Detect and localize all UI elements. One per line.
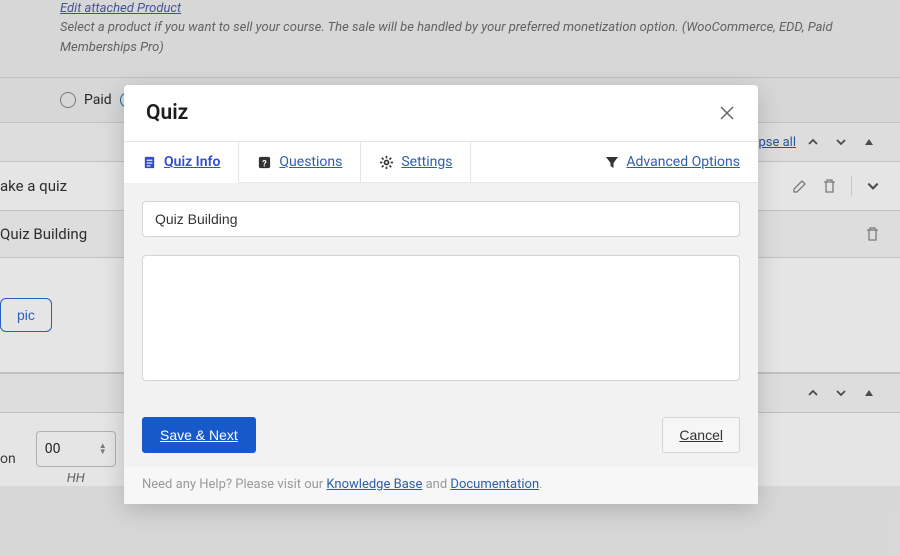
save-and-next-button[interactable]: Save & Next: [142, 417, 256, 453]
triangle-up-icon[interactable]: [858, 131, 880, 153]
knowledge-base-link[interactable]: Knowledge Base: [326, 477, 422, 492]
quiz-modal: Quiz Quiz Info ? Questions Settings: [124, 85, 758, 504]
question-icon: ?: [257, 155, 272, 170]
documentation-link[interactable]: Documentation: [450, 477, 539, 492]
svg-text:?: ?: [263, 158, 268, 169]
chevron-up-icon[interactable]: [802, 131, 824, 153]
filter-icon: [605, 155, 619, 169]
footer-mid: and: [422, 477, 450, 492]
gear-icon: [379, 155, 394, 170]
modal-footer: Need any Help? Please visit our Knowledg…: [124, 467, 758, 504]
chevron-down-icon[interactable]: [830, 131, 852, 153]
hours-input[interactable]: 00 ▲▼: [36, 431, 116, 467]
trash-icon[interactable]: [865, 226, 880, 242]
tab-label: Settings: [401, 154, 452, 170]
paid-radio-unselected[interactable]: [60, 92, 76, 108]
lesson-row-label: ake a quiz: [0, 177, 67, 195]
footer-prefix: Need any Help? Please visit our: [142, 477, 326, 492]
hours-label: HH: [67, 471, 85, 486]
triangle-up-icon[interactable]: [858, 382, 880, 404]
chevron-down-icon[interactable]: [830, 382, 852, 404]
tab-settings[interactable]: Settings: [361, 141, 471, 183]
tab-questions[interactable]: ? Questions: [239, 141, 361, 183]
paid-label: Paid: [84, 92, 112, 108]
tab-label: Questions: [279, 154, 342, 170]
product-description-text: Select a product if you want to sell you…: [60, 18, 860, 57]
tab-label: Quiz Info: [164, 154, 220, 170]
modal-tabs: Quiz Info ? Questions Settings Advanced …: [124, 141, 758, 183]
edit-icon[interactable]: [792, 178, 808, 194]
modal-title: Quiz: [146, 101, 188, 125]
duration-section-label: on: [0, 451, 16, 467]
quiz-title-input[interactable]: [142, 201, 740, 237]
trash-icon[interactable]: [822, 178, 837, 194]
modal-body: [124, 183, 758, 403]
close-icon[interactable]: [718, 104, 736, 122]
footer-suffix: .: [539, 477, 542, 492]
cancel-button[interactable]: Cancel: [662, 417, 740, 453]
tab-quiz-info[interactable]: Quiz Info: [124, 141, 239, 183]
chevron-down-icon[interactable]: [866, 179, 880, 193]
chevron-up-icon[interactable]: [802, 382, 824, 404]
tab-label: Advanced Options: [626, 154, 740, 170]
quiz-row-label: Quiz Building: [0, 225, 87, 243]
tab-advanced-options[interactable]: Advanced Options: [587, 141, 758, 183]
quiz-description-textarea[interactable]: [142, 255, 740, 381]
add-topic-button[interactable]: pic: [0, 298, 52, 332]
edit-attached-product-link[interactable]: Edit attached Product: [60, 1, 181, 16]
clipboard-icon: [142, 155, 157, 170]
